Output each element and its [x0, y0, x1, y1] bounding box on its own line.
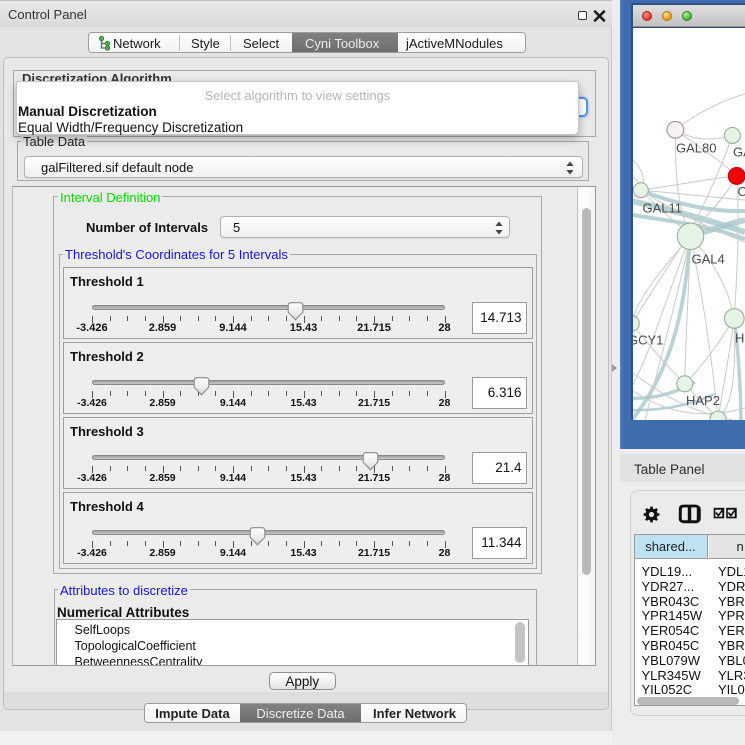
svg-text:GAL4: GAL4	[692, 252, 725, 267]
svg-text:H: H	[735, 331, 744, 346]
svg-text:GAL11: GAL11	[643, 201, 683, 216]
svg-text:GA: GA	[733, 145, 745, 160]
svg-text:GAL80: GAL80	[676, 141, 716, 156]
svg-text:HAP2: HAP2	[686, 393, 720, 408]
svg-text:GCY1: GCY1	[633, 333, 663, 348]
svg-text:C: C	[738, 184, 745, 199]
